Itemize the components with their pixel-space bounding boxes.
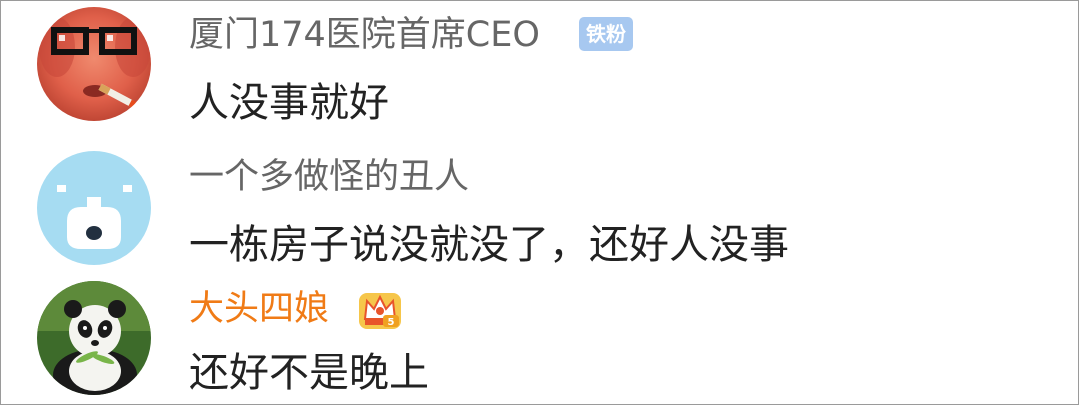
panda-avatar-icon <box>37 281 151 395</box>
comment-text: 还好不是晚上 <box>189 350 429 396</box>
face-avatar-icon <box>37 7 151 121</box>
avatar[interactable] <box>37 7 151 121</box>
comment-username[interactable]: 大头四娘 <box>189 287 329 331</box>
comment-text: 一栋房子说没就没了，还好人没事 <box>189 222 789 268</box>
fan-badge[interactable]: 铁粉 <box>579 17 633 51</box>
comment-text: 人没事就好 <box>189 80 389 126</box>
avatar[interactable] <box>37 281 151 395</box>
svg-text:5: 5 <box>388 317 395 328</box>
crown-icon[interactable]: 5 <box>357 287 403 333</box>
comment-username[interactable]: 一个多做怪的丑人 <box>189 155 469 199</box>
comment-username[interactable]: 厦门174医院首席CEO <box>189 13 540 57</box>
comment-list: 厦门174医院首席CEO 铁粉 人没事就好 一个多做怪的丑人 一栋房子说没就没了… <box>0 0 1079 405</box>
avatar[interactable] <box>37 151 151 265</box>
cartoon-face-avatar-icon <box>37 151 151 265</box>
